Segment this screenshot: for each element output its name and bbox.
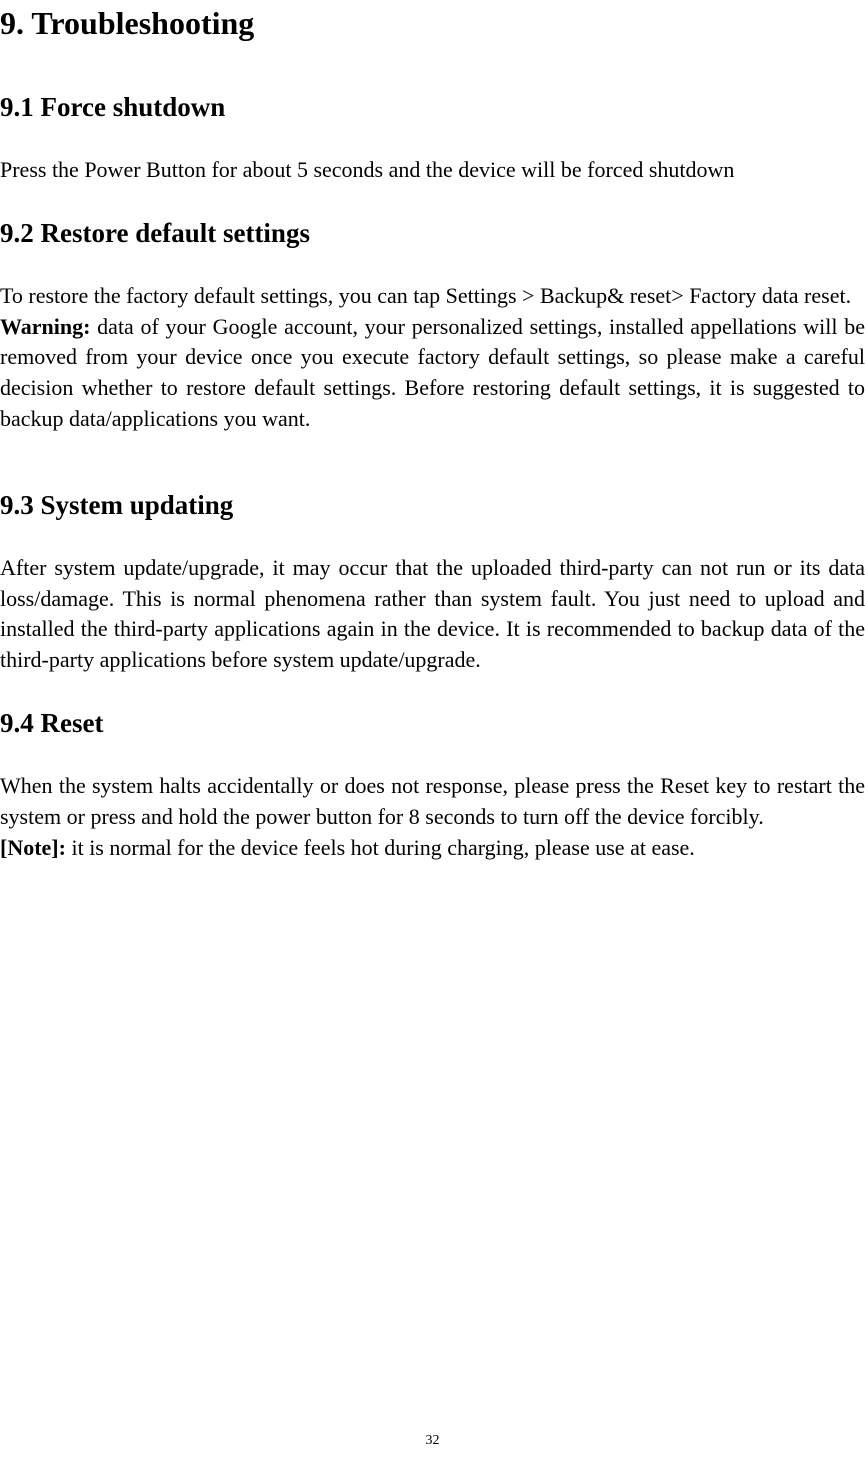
intro-text: To restore the factory default settings,… xyxy=(0,283,851,308)
section-force-shutdown: 9.1 Force shutdown Press the Power Butto… xyxy=(0,92,865,186)
section-heading: 9.2 Restore default settings xyxy=(0,218,865,249)
note-label: [Note]: xyxy=(0,835,66,860)
note-body: it is normal for the device feels hot du… xyxy=(66,835,695,860)
page-title: 9. Troubleshooting xyxy=(0,0,865,42)
section-body: After system update/upgrade, it may occu… xyxy=(0,553,865,676)
section-heading: 9.1 Force shutdown xyxy=(0,92,865,123)
document-page: 9. Troubleshooting 9.1 Force shutdown Pr… xyxy=(0,0,865,863)
section-reset: 9.4 Reset When the system halts accident… xyxy=(0,708,865,863)
section-body: Press the Power Button for about 5 secon… xyxy=(0,155,865,186)
section-body: To restore the factory default settings,… xyxy=(0,281,865,435)
page-number: 32 xyxy=(426,1433,440,1449)
section-heading: 9.4 Reset xyxy=(0,708,865,739)
section-system-updating: 9.3 System updating After system update/… xyxy=(0,490,865,676)
warning-body: data of your Google account, your person… xyxy=(0,314,865,431)
reset-body: When the system halts accidentally or do… xyxy=(0,773,865,829)
section-restore-defaults: 9.2 Restore default settings To restore … xyxy=(0,218,865,435)
section-heading: 9.3 System updating xyxy=(0,490,865,521)
section-body: When the system halts accidentally or do… xyxy=(0,771,865,863)
warning-label: Warning: xyxy=(0,314,90,339)
